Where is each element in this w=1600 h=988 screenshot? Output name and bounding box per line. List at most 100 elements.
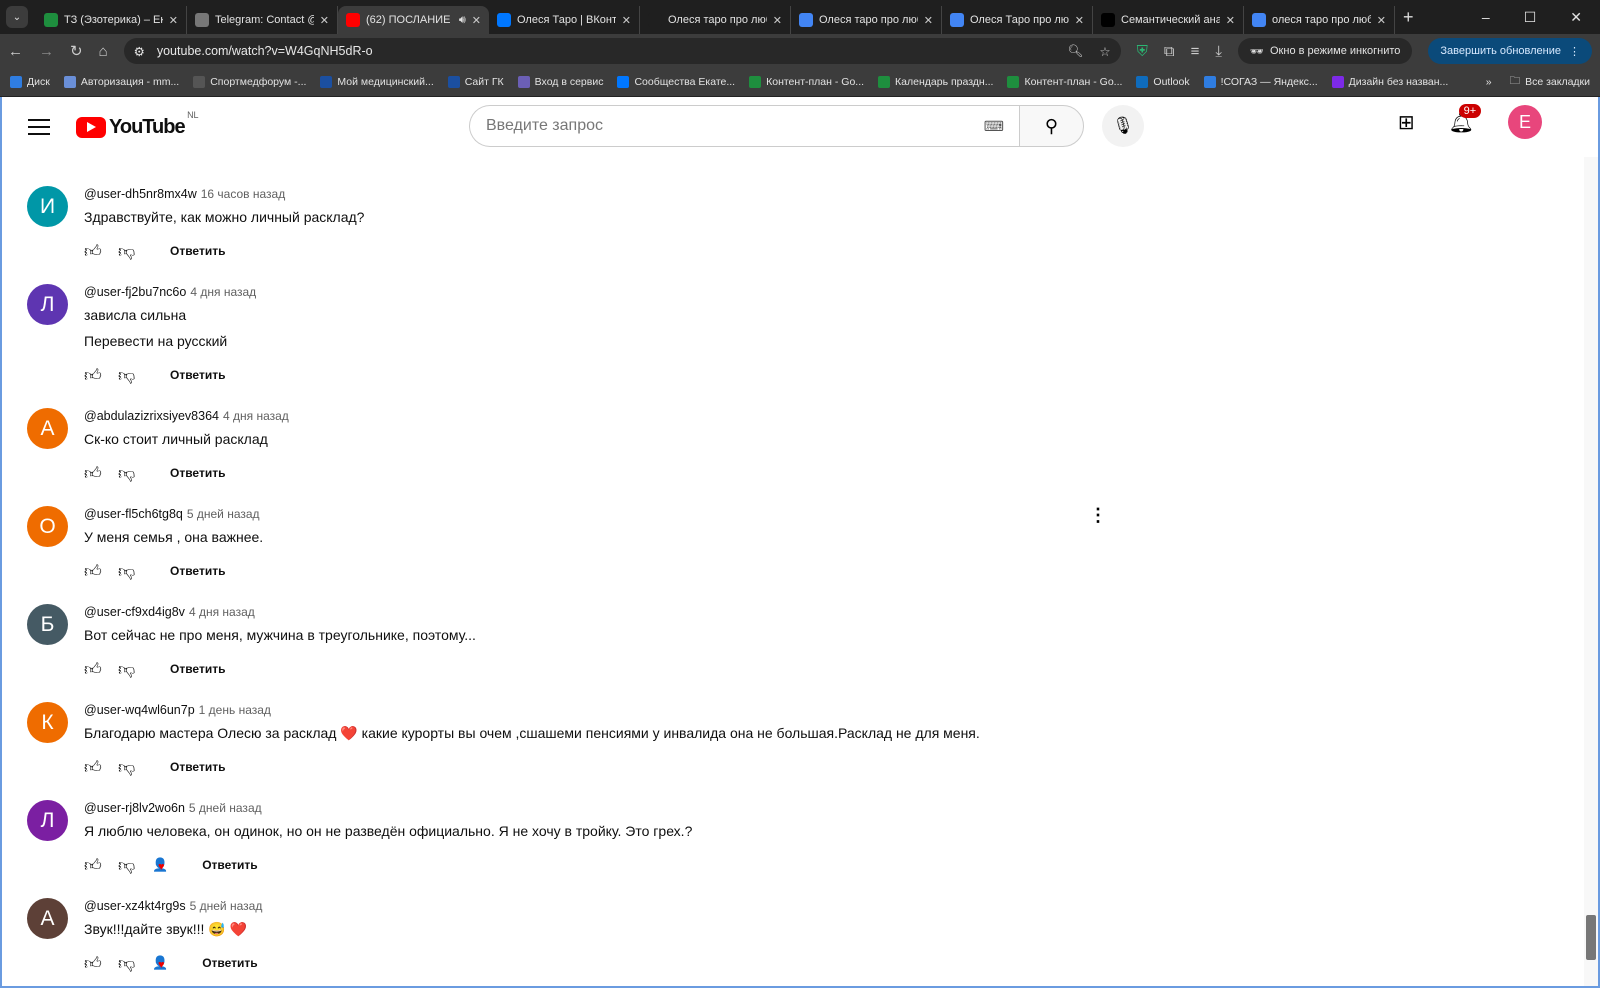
- create-video-icon[interactable]: ⊞: [1398, 110, 1415, 135]
- dislike-icon[interactable]: 👎︎: [118, 953, 136, 974]
- comment-time[interactable]: 5 дней назад: [187, 507, 260, 521]
- bookmark-item[interactable]: Диск: [10, 76, 50, 88]
- dislike-icon[interactable]: 👎︎: [118, 855, 136, 876]
- comment-author[interactable]: @user-cf9xd4ig8v: [84, 605, 185, 619]
- like-icon[interactable]: 👍︎: [84, 561, 102, 582]
- bookmark-item[interactable]: Контент-план - Go...: [749, 76, 864, 88]
- update-button[interactable]: Завершить обновление ⋮: [1428, 38, 1592, 64]
- all-bookmarks[interactable]: 🗀 Все закладки: [1510, 73, 1590, 91]
- browser-tab[interactable]: олеся таро про любо ✕: [1244, 6, 1395, 34]
- comment-author[interactable]: @user-xz4kt4rg9s: [84, 899, 186, 913]
- like-icon[interactable]: 👍︎: [84, 365, 102, 386]
- download-icon[interactable]: ⤓: [1215, 43, 1222, 60]
- commenter-avatar[interactable]: И: [27, 186, 68, 227]
- keyboard-icon[interactable]: ⌨: [984, 118, 1004, 135]
- url-text[interactable]: youtube.com/watch?v=W4GqNH5dR-o: [157, 44, 373, 58]
- menu-icon[interactable]: [28, 119, 50, 135]
- comment-time[interactable]: 1 день назад: [199, 703, 271, 717]
- bookmark-item[interactable]: !СОГАЗ — Яндекс...: [1203, 76, 1318, 88]
- browser-tab[interactable]: Олеся Таро про любо ✕: [942, 6, 1093, 34]
- bookmark-item[interactable]: Спортмедфорум -...: [193, 76, 306, 88]
- commenter-avatar[interactable]: A: [27, 898, 68, 939]
- browser-tab[interactable]: Семантический анал ✕: [1093, 6, 1244, 34]
- like-icon[interactable]: 👍︎: [84, 463, 102, 484]
- comment-time[interactable]: 5 дней назад: [189, 801, 262, 815]
- reply-button[interactable]: Ответить: [170, 244, 225, 258]
- browser-tab[interactable]: Олеся Таро | ВКонтак ✕: [489, 6, 640, 34]
- bookmark-item[interactable]: Мой медицинский...: [320, 76, 434, 88]
- close-tab-icon[interactable]: ✕: [924, 14, 933, 27]
- close-tab-icon[interactable]: ✕: [169, 14, 178, 27]
- comment-time[interactable]: 4 дня назад: [189, 605, 255, 619]
- minimize-button[interactable]: –: [1482, 9, 1490, 26]
- commenter-avatar[interactable]: Л: [27, 800, 68, 841]
- commenter-avatar[interactable]: O: [27, 506, 68, 547]
- dislike-icon[interactable]: 👎︎: [118, 241, 136, 262]
- dislike-icon[interactable]: 👎︎: [118, 561, 136, 582]
- like-icon[interactable]: 👍︎: [84, 659, 102, 680]
- forward-icon[interactable]: →: [39, 43, 54, 60]
- comment-author[interactable]: @user-wq4wl6un7p: [84, 703, 195, 717]
- search-button[interactable]: ⚲: [1019, 105, 1084, 147]
- back-icon[interactable]: ←: [8, 43, 23, 60]
- reply-button[interactable]: Ответить: [202, 858, 257, 872]
- commenter-avatar[interactable]: Л: [27, 284, 68, 325]
- like-icon[interactable]: 👍︎: [84, 757, 102, 778]
- reply-button[interactable]: Ответить: [202, 956, 257, 970]
- more-bookmarks-icon[interactable]: »: [1486, 76, 1492, 88]
- extensions-icon[interactable]: ⧉: [1164, 43, 1175, 60]
- comment-menu-icon[interactable]: ⋮: [1089, 505, 1107, 526]
- dislike-icon[interactable]: 👎︎: [118, 463, 136, 484]
- tab-search-button[interactable]: ⌄: [6, 6, 28, 28]
- bookmark-item[interactable]: Дизайн без назван...: [1331, 76, 1448, 88]
- bookmark-item[interactable]: Контент-план - Go...: [1007, 76, 1122, 88]
- close-tab-icon[interactable]: ✕: [320, 14, 329, 27]
- page-scrollbar[interactable]: [1584, 157, 1598, 986]
- comment-author[interactable]: @abdulazizrixsiyev8364: [84, 409, 219, 423]
- close-tab-icon[interactable]: ✕: [1226, 14, 1235, 27]
- browser-tab[interactable]: Олеся таро про любо ✕: [640, 6, 791, 34]
- commenter-avatar[interactable]: A: [27, 408, 68, 449]
- comment-time[interactable]: 16 часов назад: [201, 187, 285, 201]
- incognito-button[interactable]: 🕶 Окно в режиме инкогнито: [1238, 38, 1413, 64]
- reply-button[interactable]: Ответить: [170, 760, 225, 774]
- commenter-avatar[interactable]: Б: [27, 604, 68, 645]
- dislike-icon[interactable]: 👎︎: [118, 757, 136, 778]
- zoom-icon[interactable]: 🔍︎: [1068, 44, 1084, 59]
- like-icon[interactable]: 👍︎: [84, 953, 102, 974]
- close-tab-icon[interactable]: ✕: [622, 14, 631, 27]
- bookmark-item[interactable]: Авторизация - mm...: [63, 76, 179, 88]
- comment-author[interactable]: @user-fj2bu7nc6o: [84, 285, 186, 299]
- address-bar[interactable]: ⚙ youtube.com/watch?v=W4GqNH5dR-o 🔍︎ ☆: [123, 38, 1121, 64]
- browser-tab[interactable]: Олеся таро про любо ✕: [791, 6, 942, 34]
- account-avatar[interactable]: E: [1508, 105, 1542, 139]
- reply-button[interactable]: Ответить: [170, 564, 225, 578]
- bookmark-item[interactable]: Сообщества Екате...: [617, 76, 735, 88]
- like-icon[interactable]: 👍︎: [84, 241, 102, 262]
- reply-button[interactable]: Ответить: [170, 466, 225, 480]
- dislike-icon[interactable]: 👎︎: [118, 659, 136, 680]
- reply-button[interactable]: Ответить: [170, 662, 225, 676]
- browser-tab[interactable]: (62) ПОСЛАНИЕ / 🔊︎ ✕: [338, 6, 489, 34]
- reply-button[interactable]: Ответить: [170, 368, 225, 382]
- close-window-button[interactable]: ✕: [1570, 9, 1582, 26]
- comment-time[interactable]: 5 дней назад: [190, 899, 263, 913]
- close-tab-icon[interactable]: ✕: [1075, 14, 1084, 27]
- bookmark-item[interactable]: Сайт ГК: [447, 76, 504, 88]
- search-input[interactable]: [469, 105, 1019, 147]
- commenter-avatar[interactable]: К: [27, 702, 68, 743]
- notifications-bell-icon[interactable]: 🔔︎ 9+: [1449, 103, 1482, 135]
- site-info-icon[interactable]: ⚙: [134, 44, 145, 59]
- dislike-icon[interactable]: 👎︎: [118, 365, 136, 386]
- close-tab-icon[interactable]: ✕: [472, 14, 481, 27]
- comment-author[interactable]: @user-fl5ch6tg8q: [84, 507, 183, 521]
- extension-shield-icon[interactable]: ⛨: [1137, 43, 1148, 60]
- close-tab-icon[interactable]: ✕: [1377, 14, 1386, 27]
- new-tab-button[interactable]: +: [1403, 7, 1414, 28]
- comment-time[interactable]: 4 дня назад: [190, 285, 256, 299]
- bookmark-item[interactable]: Outlook: [1136, 76, 1190, 88]
- comment-author[interactable]: @user-dh5nr8mx4w: [84, 187, 197, 201]
- home-icon[interactable]: ⌂: [99, 43, 108, 60]
- youtube-logo[interactable]: YouTube NL: [76, 110, 199, 139]
- maximize-button[interactable]: ☐: [1524, 9, 1537, 26]
